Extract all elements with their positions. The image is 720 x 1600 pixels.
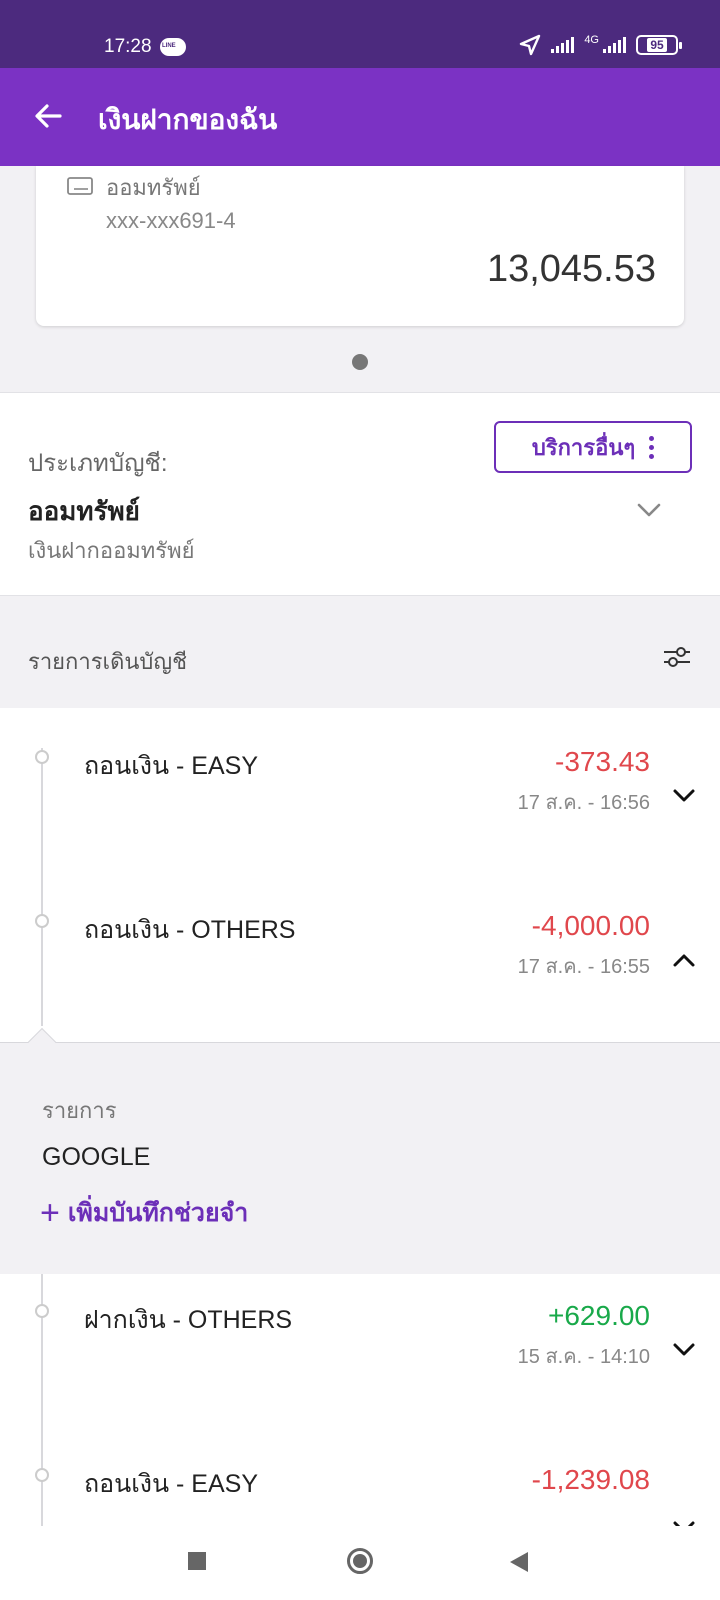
location-icon [520,34,541,56]
bank-book-icon [67,177,93,195]
transaction-amount: -4,000.00 [531,910,650,941]
system-navigation-bar [0,1526,720,1600]
transaction-description: ถอนเงิน - OTHERS [84,916,296,944]
account-type-sub: เงินฝากออมทรัพย์ [28,538,195,563]
other-services-label: บริการอื่นๆ [531,434,636,460]
transaction-datetime: 17 ส.ค. - 16:56 [517,792,650,814]
transaction-item[interactable]: ฝากเงิน - OTHERS +629.00 15 ส.ค. - 14:10 [0,1262,720,1430]
chevron-down-icon[interactable] [672,786,696,806]
account-info-section: ประเภทบัญชี: ออมทรัพย์ เงินฝากออมทรัพย์ … [0,392,720,596]
detail-label: รายการ [42,1098,117,1123]
carousel-page-indicator [352,354,368,370]
app-bar: เงินฝากของฉัน [0,68,720,166]
add-memo-label: เพิ่มบันทึกช่วยจำ [67,1199,249,1227]
home-icon[interactable] [347,1548,373,1574]
recents-icon[interactable] [188,1552,206,1570]
account-balance: 13,045.53 [486,248,656,290]
signal-icon-2 [603,37,626,53]
chevron-down-icon[interactable] [636,501,662,519]
more-vert-icon [649,435,655,459]
transaction-amount: -1,239.08 [531,1464,650,1495]
status-icons: 4G 95 [519,34,682,56]
other-services-button[interactable]: บริการอื่นๆ [494,421,692,473]
timeline-node [35,1304,49,1318]
account-card[interactable]: ออมทรัพย์ xxx-xxx691-4 13,045.53 [36,166,684,326]
transaction-description: ถอนเงิน - EASY [84,1470,258,1498]
battery-icon: 95 [636,35,682,55]
transaction-amount: +629.00 [548,1300,650,1331]
chevron-up-icon[interactable] [672,950,696,970]
transaction-item[interactable]: ถอนเงิน - EASY -373.43 17 ส.ค. - 16:56 [0,708,720,876]
transactions-header: รายการเดินบัญชี [0,596,720,708]
transactions-title: รายการเดินบัญชี [28,649,188,674]
transaction-item[interactable]: ถอนเงิน - OTHERS -4,000.00 17 ส.ค. - 16:… [0,872,720,1040]
filter-icon[interactable] [662,644,692,670]
add-memo-button[interactable]: + เพิ่มบันทึกช่วยจำ [40,1193,248,1233]
chevron-down-icon[interactable] [672,1340,696,1360]
detail-value: GOOGLE [42,1143,151,1171]
plus-icon: + [40,1194,60,1232]
timeline-node [35,1468,49,1482]
account-card-carousel: ออมทรัพย์ xxx-xxx691-4 13,045.53 [0,166,720,392]
back-arrow-icon[interactable] [30,98,66,134]
status-time: 17:28 [104,36,152,57]
account-type-label: ประเภทบัญชี: [28,450,168,477]
signal-icon [551,37,575,53]
transaction-description: ฝากเงิน - OTHERS [84,1306,293,1334]
transaction-datetime: 17 ส.ค. - 16:55 [517,956,650,978]
page-title: เงินฝากของฉัน [98,104,278,135]
transaction-amount: -373.43 [555,746,650,777]
chevron-down-icon[interactable] [672,1518,696,1526]
back-icon[interactable] [510,1552,528,1572]
account-type: ออมทรัพย์ [106,175,201,200]
transaction-item[interactable]: ถอนเงิน - EASY -1,239.08 [0,1426,720,1526]
line-notification-icon: LINE [160,38,186,56]
account-number: xxx-xxx691-4 [106,208,236,233]
account-type-value: ออมทรัพย์ [28,496,140,526]
transaction-detail-panel: รายการ GOOGLE + เพิ่มบันทึกช่วยจำ [0,1027,720,1274]
network-type: 4G [584,34,599,46]
transaction-datetime: 15 ส.ค. - 14:10 [517,1346,650,1368]
status-bar: 17:28 LINE 4G 95 [0,0,720,68]
timeline-node [35,750,49,764]
transaction-description: ถอนเงิน - EASY [84,752,258,780]
timeline-node [35,914,49,928]
